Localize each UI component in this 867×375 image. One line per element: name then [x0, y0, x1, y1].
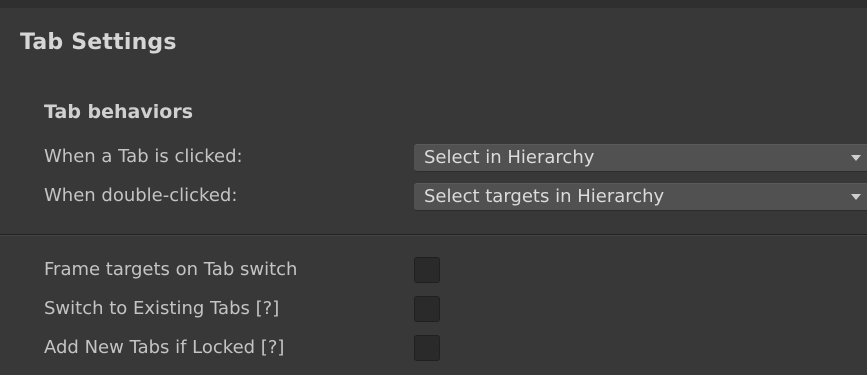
double-click-dropdown[interactable]: Select targets in Hierarchy [414, 183, 867, 211]
double-click-dropdown-value: Select targets in Hierarchy [424, 186, 665, 207]
section-heading-tab-behaviors: Tab behaviors [44, 101, 194, 123]
frame-targets-checkbox[interactable] [414, 257, 440, 283]
section-divider-highlight [0, 235, 867, 236]
tab-click-dropdown-value: Select in Hierarchy [424, 147, 595, 168]
double-click-label: When double-clicked: [44, 185, 238, 206]
add-new-tabs-label: Add New Tabs if Locked [?] [44, 337, 285, 358]
switch-existing-tabs-label: Switch to Existing Tabs [?] [44, 298, 280, 319]
panel-top-strip [0, 0, 867, 8]
frame-targets-label: Frame targets on Tab switch [44, 259, 298, 280]
page-title: Tab Settings [20, 30, 177, 55]
tab-click-dropdown[interactable]: Select in Hierarchy [414, 144, 867, 172]
add-new-tabs-checkbox[interactable] [414, 335, 440, 361]
chevron-down-icon [851, 194, 861, 200]
chevron-down-icon [851, 155, 861, 161]
switch-existing-tabs-checkbox[interactable] [414, 296, 440, 322]
tab-click-label: When a Tab is clicked: [44, 146, 243, 167]
